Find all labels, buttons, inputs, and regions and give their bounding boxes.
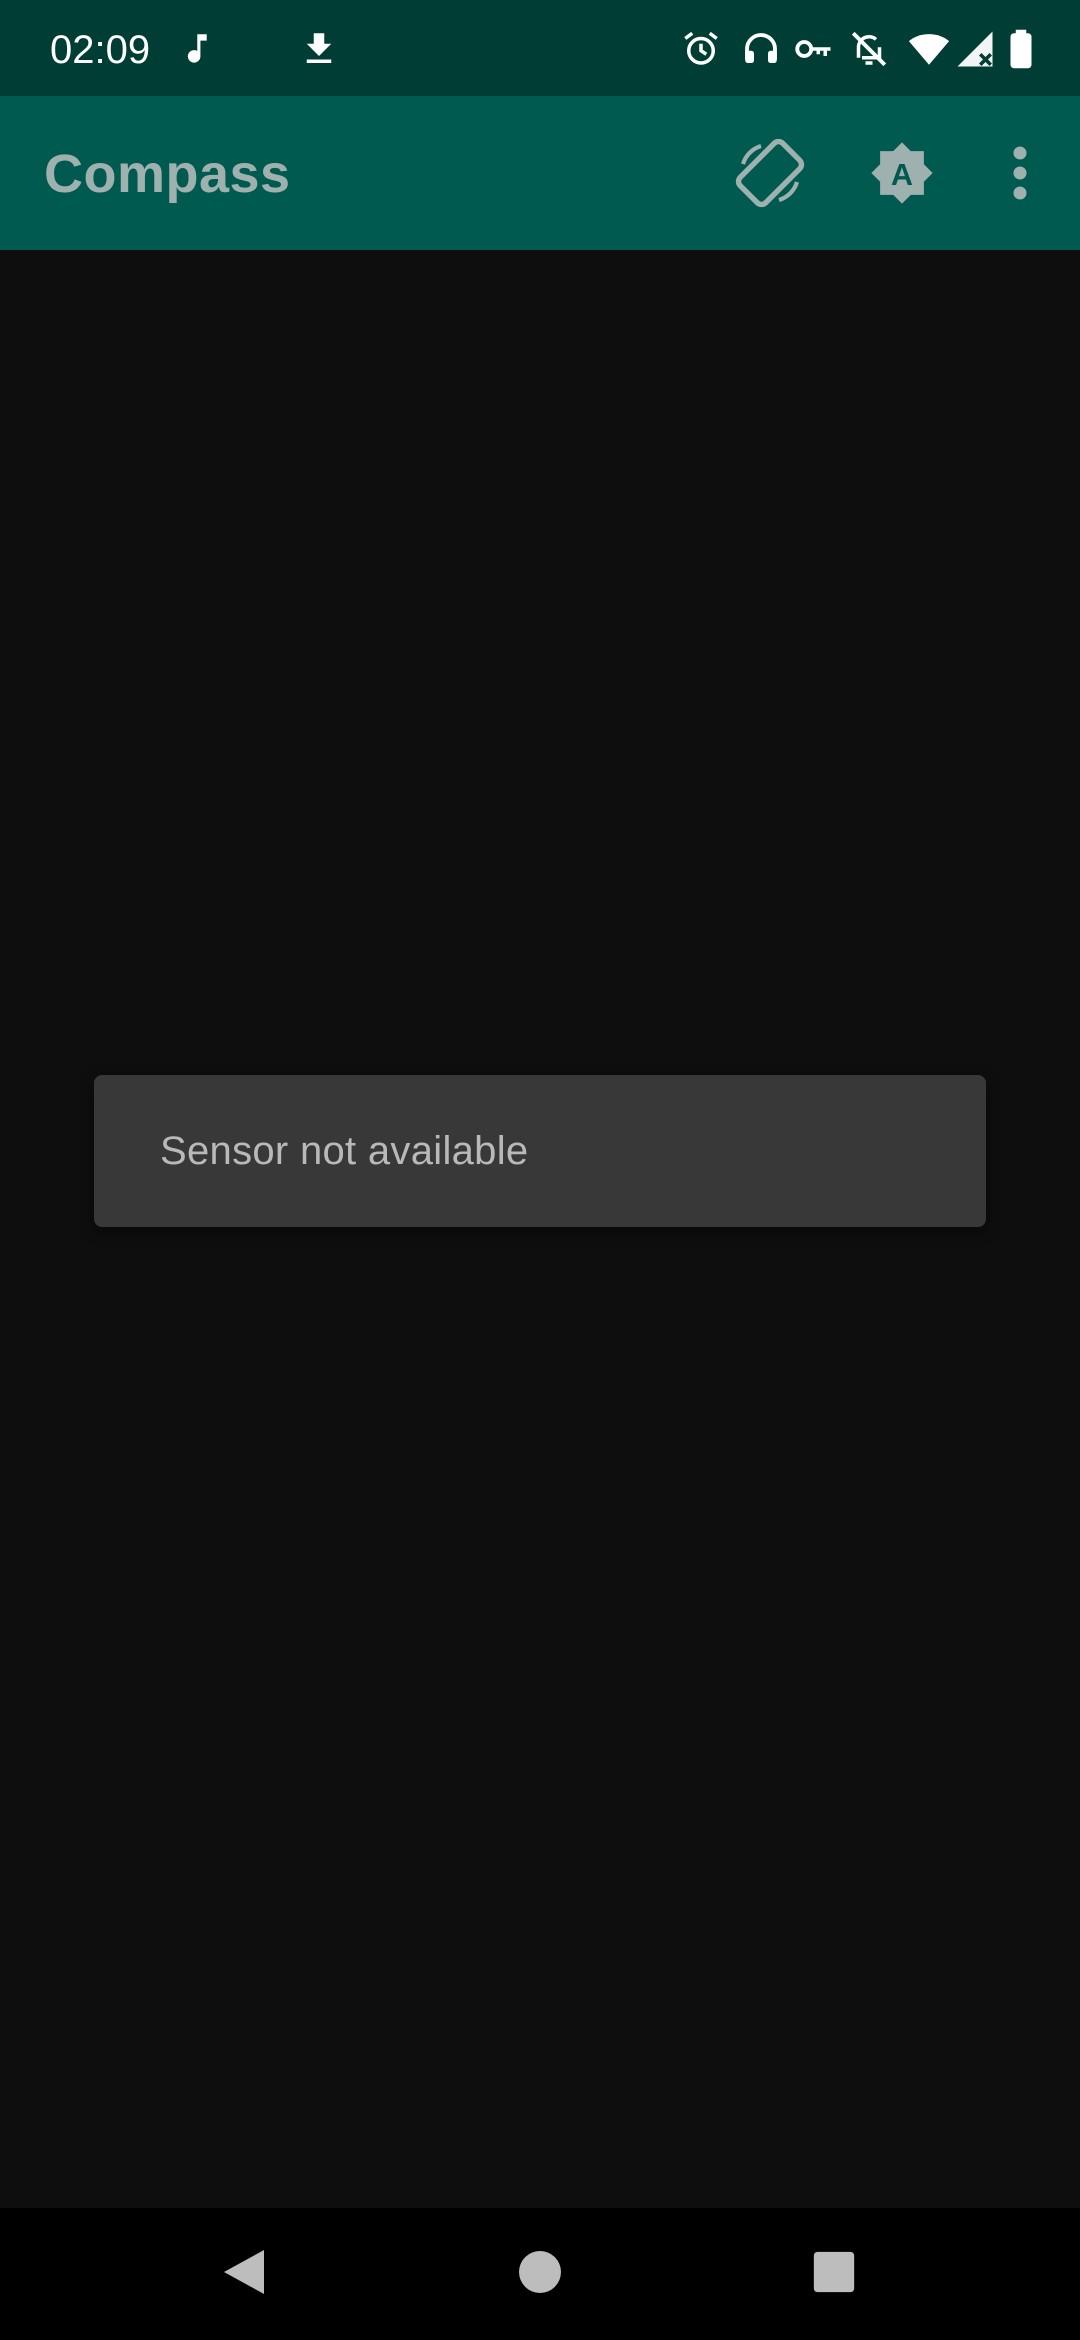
status-time: 02:09 [50,28,151,72]
screen-rotation-icon [734,137,806,209]
status-bar: 02:09 [0,0,1080,96]
more-options-icon [1010,143,1030,203]
svg-text:A: A [891,158,913,192]
music-note-icon [176,28,218,70]
cellular-signal-icon [954,28,996,70]
app-bar: Compass A [0,96,1080,250]
recents-button[interactable] [798,2238,870,2310]
download-icon [298,28,340,70]
home-button[interactable] [504,2238,576,2310]
auto-brightness-icon: A [867,138,937,208]
toast: Sensor not available [94,1075,986,1227]
more-options-button[interactable] [980,135,1060,211]
recents-icon [812,2250,856,2299]
back-button[interactable] [208,2238,280,2310]
app-title: Compass [44,144,291,204]
auto-brightness-button[interactable]: A [864,135,940,211]
screen-rotation-button[interactable] [732,135,808,211]
alarm-icon [680,28,722,70]
vpn-key-icon [792,28,834,70]
back-icon [220,2246,268,2303]
notifications-off-icon [848,28,890,70]
phone-screen: 02:09 Compass A Sensor not available [0,0,1080,2340]
navigation-bar [0,2208,1080,2340]
home-icon [519,2250,561,2298]
battery-icon [1004,28,1038,70]
wifi-icon [908,28,950,70]
headset-icon [740,28,782,70]
toast-message: Sensor not available [160,1129,529,1173]
compass-content-area [0,250,1080,2208]
